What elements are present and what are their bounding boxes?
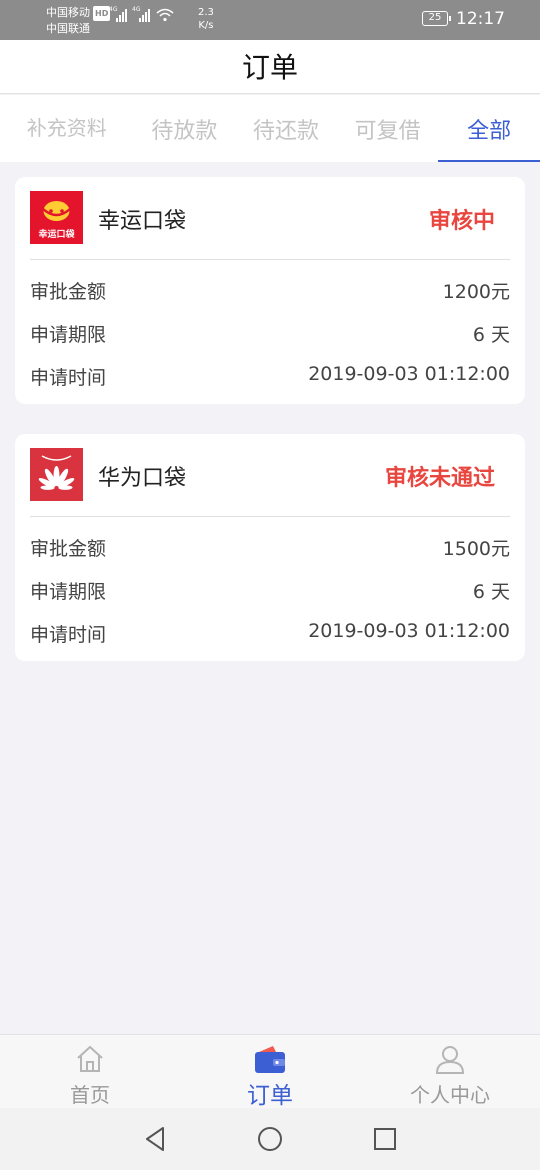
huawei-pocket-logo bbox=[30, 448, 83, 501]
lucky-pocket-logo: 幸运口袋 bbox=[30, 191, 83, 244]
row-label: 申请时间 bbox=[30, 624, 107, 646]
tab-supplement[interactable]: 补充资料 bbox=[0, 95, 134, 162]
back-icon[interactable] bbox=[142, 1125, 168, 1153]
signal-1-icon: 4G bbox=[109, 6, 127, 22]
carrier-2: 中国联通 bbox=[46, 22, 90, 35]
status-badge: 审核中 bbox=[428, 209, 495, 234]
network-type-1: 4G bbox=[109, 6, 118, 13]
order-row-time: 申请时间 2019-09-03 01:12:00 bbox=[30, 363, 510, 393]
carrier-info: 中国移动 HD 中国联通 bbox=[46, 5, 111, 36]
order-tabs: 补充资料 待放款 待还款 可复借 全部 bbox=[0, 95, 540, 162]
row-value: 2019-09-03 01:12:00 bbox=[308, 363, 510, 385]
wifi-icon bbox=[156, 8, 174, 22]
order-row-term: 申请期限 6 天 bbox=[30, 320, 510, 350]
row-label: 申请期限 bbox=[30, 581, 107, 603]
order-row-time: 申请时间 2019-09-03 01:12:00 bbox=[30, 620, 510, 650]
tab-reborrow[interactable]: 可复借 bbox=[337, 95, 439, 162]
order-card[interactable]: 华为口袋 审核未通过 审批金额 1500元 申请期限 6 天 申请时间 2019… bbox=[15, 434, 525, 661]
row-value: 1200元 bbox=[442, 281, 510, 303]
row-label: 审批金额 bbox=[30, 538, 107, 560]
row-value: 6 天 bbox=[472, 581, 510, 603]
tab-pending-repay[interactable]: 待还款 bbox=[235, 95, 337, 162]
row-value: 2019-09-03 01:12:00 bbox=[308, 620, 510, 642]
home-icon bbox=[77, 1045, 103, 1072]
order-row-amount: 审批金额 1500元 bbox=[30, 534, 510, 564]
status-bar: 中国移动 HD 中国联通 4G 4G 2.3 K/s 25 12:17 bbox=[0, 0, 540, 40]
speed-value: 2.3 bbox=[198, 7, 214, 18]
order-card-header: 幸运口袋 幸运口袋 审核中 bbox=[30, 191, 510, 260]
nav-orders-label: 订单 bbox=[247, 1083, 293, 1109]
wallet-icon bbox=[255, 1046, 285, 1073]
signal-indicators: 4G 4G bbox=[109, 6, 174, 22]
logo-text: 幸运口袋 bbox=[38, 228, 75, 240]
home-circle-icon[interactable] bbox=[256, 1125, 284, 1153]
network-type-2: 4G bbox=[132, 6, 141, 13]
order-row-term: 申请期限 6 天 bbox=[30, 577, 510, 607]
header: 订单 bbox=[0, 40, 540, 94]
row-label: 申请期限 bbox=[30, 324, 107, 346]
row-label: 申请时间 bbox=[30, 367, 107, 389]
clock: 12:17 bbox=[456, 9, 505, 29]
row-value: 6 天 bbox=[472, 324, 510, 346]
carrier-1: 中国移动 bbox=[46, 6, 90, 19]
tab-pending-loan[interactable]: 待放款 bbox=[134, 95, 236, 162]
nav-home[interactable]: 首页 bbox=[0, 1035, 180, 1108]
battery-icon: 25 bbox=[422, 11, 451, 26]
nav-home-label: 首页 bbox=[70, 1083, 110, 1107]
page-title: 订单 bbox=[241, 51, 298, 84]
row-value: 1500元 bbox=[442, 538, 510, 560]
person-icon bbox=[435, 1046, 465, 1074]
nav-profile-label: 个人中心 bbox=[410, 1083, 490, 1107]
status-badge: 审核未通过 bbox=[384, 466, 495, 491]
system-nav-bar bbox=[0, 1108, 540, 1170]
lucky-bag-icon: 幸运口袋 bbox=[38, 201, 75, 240]
signal-2-icon: 4G bbox=[132, 6, 150, 22]
order-row-amount: 审批金额 1200元 bbox=[30, 277, 510, 307]
order-card-header: 华为口袋 审核未通过 bbox=[30, 448, 510, 517]
bottom-nav: 首页 订单 个人中心 bbox=[0, 1034, 540, 1109]
network-speed: 2.3 K/s bbox=[198, 6, 214, 32]
row-label: 审批金额 bbox=[30, 281, 107, 303]
nav-orders[interactable]: 订单 bbox=[180, 1035, 360, 1109]
speed-unit: K/s bbox=[198, 20, 214, 31]
huawei-flower-icon bbox=[38, 455, 75, 490]
tab-all[interactable]: 全部 bbox=[438, 95, 540, 162]
recents-icon[interactable] bbox=[372, 1125, 398, 1153]
hd-badge: HD bbox=[93, 6, 111, 21]
order-card[interactable]: 幸运口袋 幸运口袋 审核中 审批金额 1200元 申请期限 6 天 申请时间 2… bbox=[15, 177, 525, 404]
nav-profile[interactable]: 个人中心 bbox=[360, 1035, 540, 1108]
product-name: 幸运口袋 bbox=[98, 209, 187, 234]
product-name: 华为口袋 bbox=[98, 466, 187, 491]
